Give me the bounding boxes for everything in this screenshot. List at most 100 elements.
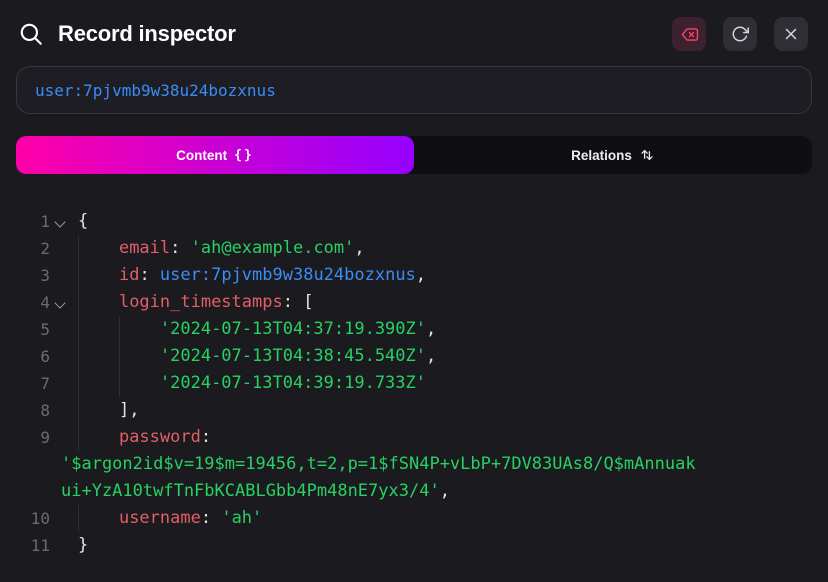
line-number: 10 (16, 505, 50, 532)
indent (78, 400, 119, 420)
code-line: 4 login_timestamps: [ (0, 289, 828, 316)
editor-gutter: 8 (0, 397, 70, 424)
code-text: login_timestamps: [ (70, 289, 313, 316)
code-token: '2024-07-13T04:37:19.390Z' (160, 319, 426, 339)
code-token: username (119, 508, 201, 528)
code-token: 'ah@example.com' (191, 238, 355, 258)
indent (78, 508, 119, 528)
code-line: 1{ (0, 208, 828, 235)
code-line: 6 '2024-07-13T04:38:45.540Z', (0, 343, 828, 370)
code-token: , (416, 265, 426, 285)
record-inspector-panel: Record inspector Content {} (0, 0, 828, 582)
delete-record-button[interactable] (672, 17, 706, 51)
code-token: email (119, 238, 170, 258)
backspace-delete-icon (680, 25, 699, 44)
line-number: 9 (16, 424, 50, 451)
tab-relations[interactable]: Relations (414, 136, 812, 174)
code-token: , (354, 238, 364, 258)
indent (78, 292, 119, 312)
code-token: : (201, 427, 211, 447)
code-text: email: 'ah@example.com', (70, 235, 365, 262)
indent (78, 238, 119, 258)
editor-gutter: 11 (0, 532, 70, 559)
editor-gutter: 3 (0, 262, 70, 289)
code-text: '2024-07-13T04:37:19.390Z', (70, 316, 436, 343)
code-token: login_timestamps (119, 292, 283, 312)
tab-bar: Content {} Relations (16, 136, 812, 174)
code-line: 7 '2024-07-13T04:39:19.733Z' (0, 370, 828, 397)
code-line: ui+YzA10twfTnFbKCABLGbb4Pm48nE7yx3/4', (0, 478, 828, 505)
code-text: username: 'ah' (70, 505, 262, 532)
close-icon (782, 25, 800, 43)
fold-chevron-icon (50, 208, 70, 235)
header: Record inspector (0, 0, 828, 52)
fold-chevron-icon (50, 289, 70, 316)
code-text: '$argon2id$v=19$m=19456,t=2,p=1$fSN4P+vL… (53, 451, 696, 478)
line-number: 11 (16, 532, 50, 559)
code-text: ui+YzA10twfTnFbKCABLGbb4Pm48nE7yx3/4', (53, 478, 450, 505)
tab-content[interactable]: Content {} (16, 136, 414, 174)
line-number: 6 (16, 343, 50, 370)
line-number (16, 451, 50, 478)
editor-gutter: 2 (0, 235, 70, 262)
line-number: 5 (16, 316, 50, 343)
code-token: : [ (283, 292, 314, 312)
line-number: 1 (16, 208, 50, 235)
code-editor[interactable]: 1{2 email: 'ah@example.com',3 id: user:7… (0, 208, 828, 559)
editor-gutter: 1 (0, 208, 70, 235)
relations-swap-icon (639, 147, 655, 163)
editor-gutter: 4 (0, 289, 70, 316)
indent (78, 427, 119, 447)
code-text: ], (70, 397, 139, 424)
code-line: 10 username: 'ah' (0, 505, 828, 532)
braces-icon: {} (234, 148, 254, 163)
refresh-icon (731, 25, 749, 43)
code-text: '2024-07-13T04:38:45.540Z', (70, 343, 436, 370)
indent (78, 265, 119, 285)
code-token: : (170, 238, 190, 258)
code-token: } (78, 535, 88, 555)
code-line: '$argon2id$v=19$m=19456,t=2,p=1$fSN4P+vL… (0, 451, 828, 478)
code-token: id (119, 265, 139, 285)
search-icon (18, 21, 44, 47)
code-token: { (78, 211, 88, 231)
code-token: , (440, 481, 450, 501)
editor-gutter: 7 (0, 370, 70, 397)
code-token: ui+YzA10twfTnFbKCABLGbb4Pm48nE7yx3/4' (61, 481, 440, 501)
code-line: 5 '2024-07-13T04:37:19.390Z', (0, 316, 828, 343)
code-text: '2024-07-13T04:39:19.733Z' (70, 370, 426, 397)
editor-gutter: 5 (0, 316, 70, 343)
code-token: , (426, 346, 436, 366)
editor-gutter: 10 (0, 505, 70, 532)
code-line: 8 ], (0, 397, 828, 424)
close-button[interactable] (774, 17, 808, 51)
code-token: '2024-07-13T04:39:19.733Z' (160, 373, 426, 393)
code-token: ], (119, 400, 139, 420)
editor-gutter: 9 (0, 424, 70, 451)
code-text: { (70, 208, 88, 235)
code-token: : (201, 508, 221, 528)
record-id-input[interactable] (16, 66, 812, 114)
code-token: : (139, 265, 159, 285)
indent (78, 319, 160, 339)
indent (78, 373, 160, 393)
code-token: user:7pjvmb9w38u24bozxnus (160, 265, 416, 285)
line-number: 7 (16, 370, 50, 397)
line-number: 3 (16, 262, 50, 289)
page-title: Record inspector (58, 21, 655, 47)
tab-relations-label: Relations (571, 148, 632, 163)
code-line: 3 id: user:7pjvmb9w38u24bozxnus, (0, 262, 828, 289)
code-token: '2024-07-13T04:38:45.540Z' (160, 346, 426, 366)
line-number (16, 478, 50, 505)
code-text: password: (70, 424, 211, 451)
line-number: 2 (16, 235, 50, 262)
refresh-button[interactable] (723, 17, 757, 51)
code-text: id: user:7pjvmb9w38u24bozxnus, (70, 262, 426, 289)
code-token: , (426, 319, 436, 339)
code-token: 'ah' (221, 508, 262, 528)
code-token: '$argon2id$v=19$m=19456,t=2,p=1$fSN4P+vL… (61, 454, 696, 474)
editor-gutter: 6 (0, 343, 70, 370)
indent (78, 346, 160, 366)
code-text: } (70, 532, 88, 559)
line-number: 8 (16, 397, 50, 424)
